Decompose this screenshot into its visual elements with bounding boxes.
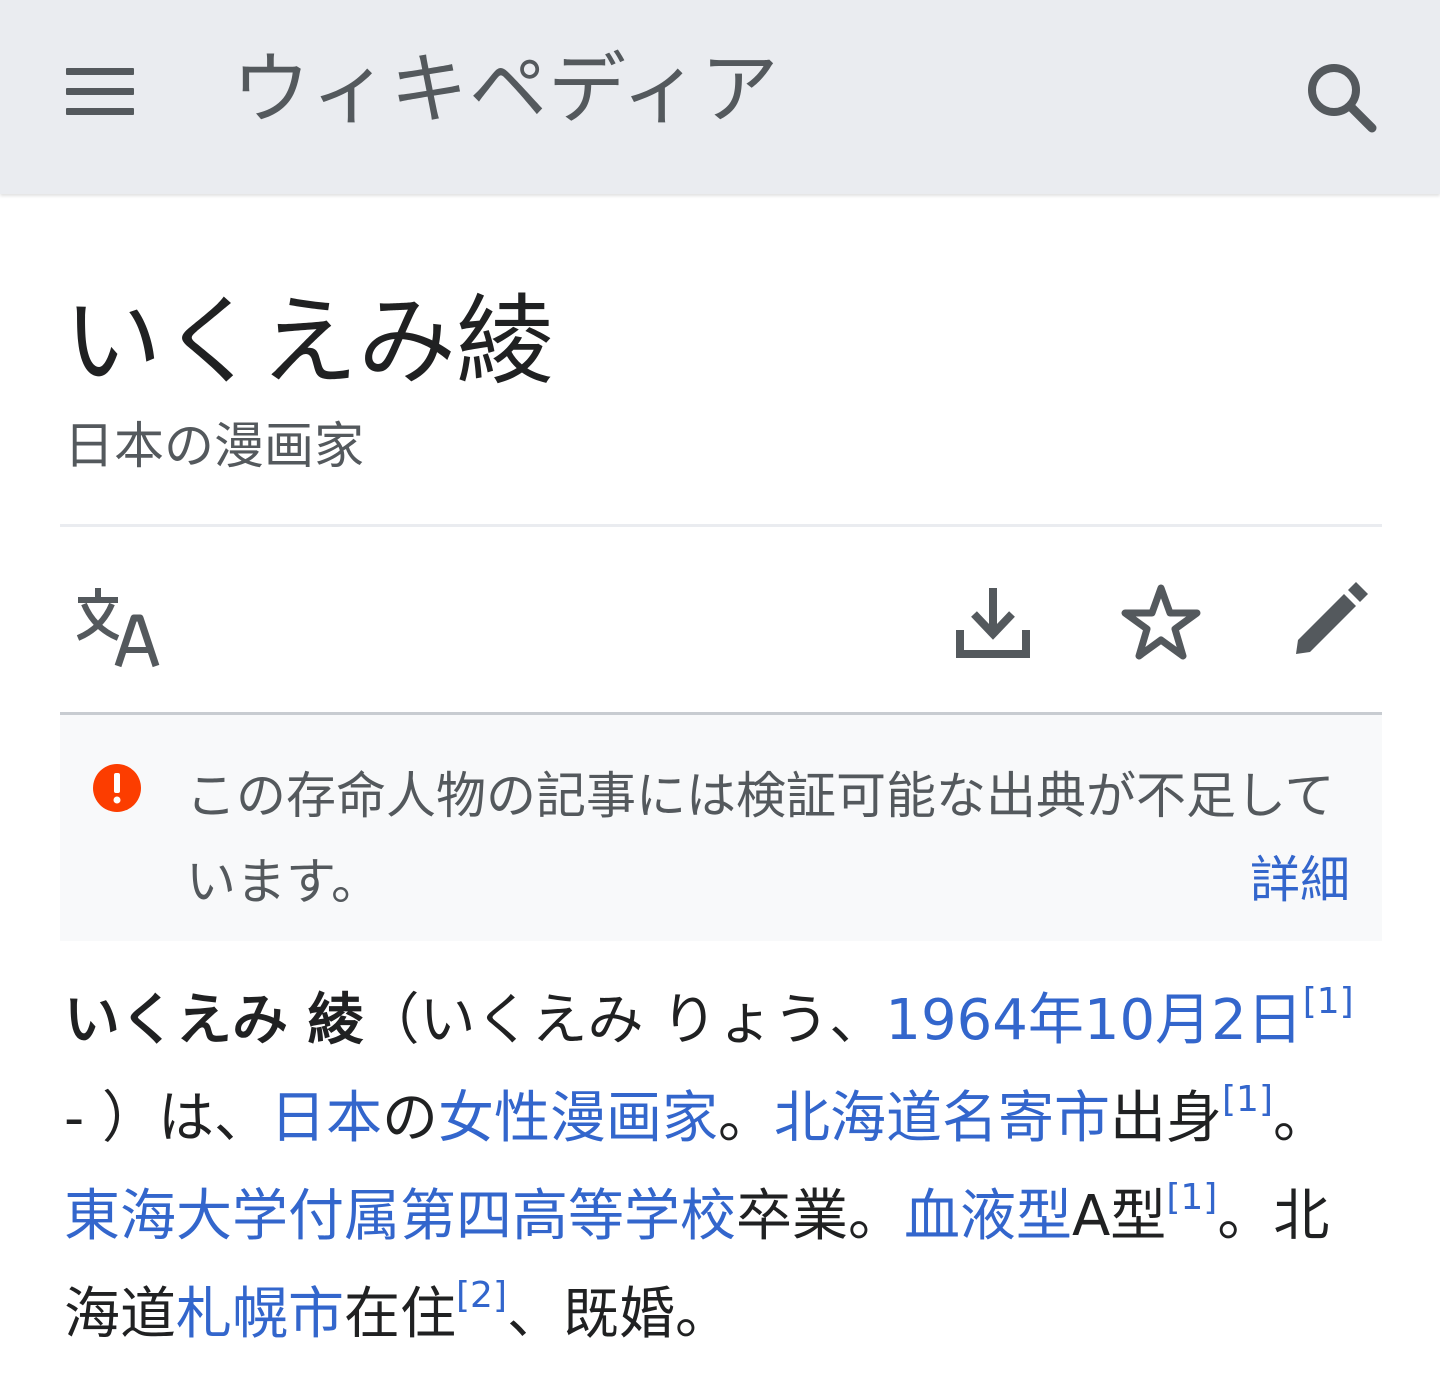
search-icon: [1308, 64, 1377, 133]
article-link[interactable]: 漫画家: [550, 1086, 718, 1151]
article-text: 卒業。: [736, 1184, 904, 1249]
top-header: ウィキペディア: [0, 0, 1440, 194]
article-text: 。: [1273, 1086, 1330, 1151]
download-button[interactable]: [950, 580, 1036, 666]
language-icon: [76, 588, 160, 668]
article-link[interactable]: 血液型: [904, 1184, 1072, 1249]
language-button[interactable]: [72, 582, 160, 670]
reference-superscript: [1]: [1166, 1177, 1217, 1218]
download-icon: [956, 588, 1030, 658]
article-text: の: [382, 1086, 439, 1151]
article-link[interactable]: 1964年10月2日: [885, 988, 1302, 1053]
article-text: 在住: [344, 1282, 456, 1347]
reference-superscript: [1]: [1222, 1079, 1273, 1120]
article-link[interactable]: 北海道: [774, 1086, 942, 1151]
lead-paragraph: いくえみ 綾（いくえみ りょう、1964年10月2日[1] - ）は、日本の女性…: [64, 972, 1384, 1364]
watch-star-button[interactable]: [1118, 580, 1204, 666]
title-divider: [60, 524, 1382, 527]
star-icon: [1121, 584, 1201, 660]
reference-link[interactable]: [1]: [1166, 1177, 1217, 1218]
article-text: （いくえみ りょう、: [363, 988, 886, 1053]
article-text: 出身: [1110, 1086, 1223, 1151]
article-text: 。: [718, 1086, 775, 1151]
reference-link[interactable]: [1]: [1222, 1079, 1273, 1120]
search-button[interactable]: [1300, 56, 1380, 136]
edit-pencil-icon: [1296, 582, 1368, 654]
notice-details-link[interactable]: 詳細: [1250, 837, 1350, 923]
article-link[interactable]: 東海大学付属第四高等学校: [64, 1184, 736, 1249]
reference-superscript: [1]: [1303, 981, 1354, 1022]
reference-link[interactable]: [1]: [1303, 981, 1354, 1022]
warning-icon: [93, 764, 141, 812]
reference-link[interactable]: [2]: [456, 1275, 507, 1316]
article-link[interactable]: 女性: [438, 1086, 550, 1151]
page-title: いくえみ綾: [64, 285, 555, 399]
site-brand[interactable]: ウィキペディア: [232, 40, 780, 140]
article-link[interactable]: 名寄市: [942, 1086, 1110, 1151]
notice-text: この存命人物の記事には検証可能な出典が不足しています。: [186, 767, 1335, 911]
article-link[interactable]: 札幌市: [176, 1282, 344, 1347]
article-text: 、既婚。: [507, 1282, 731, 1347]
article-text: A型: [1072, 1184, 1167, 1249]
article-subject-name: いくえみ 綾: [64, 988, 364, 1053]
menu-button[interactable]: [62, 64, 138, 122]
edit-button[interactable]: [1286, 578, 1372, 664]
article-text: - ）は、: [64, 1086, 271, 1151]
reference-superscript: [2]: [456, 1275, 507, 1316]
article-link[interactable]: 日本: [270, 1086, 382, 1151]
article-body: いくえみ 綾（いくえみ りょう、1964年10月2日[1] - ）は、日本の女性…: [64, 972, 1384, 1364]
issues-notice[interactable]: この存命人物の記事には検証可能な出典が不足しています。 詳細: [60, 715, 1382, 941]
page-description: 日本の漫画家: [64, 417, 364, 475]
